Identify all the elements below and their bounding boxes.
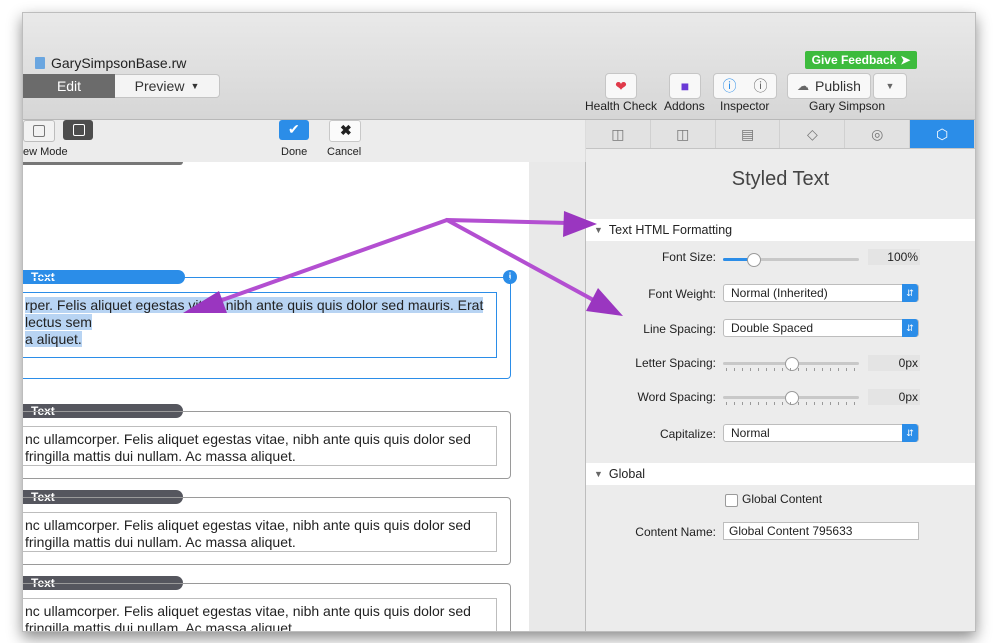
text-block[interactable]: Text nc ullamcorper. Felis aliquet egest… — [23, 404, 511, 479]
text-editor[interactable]: rper. Felis aliquet egestas vitae, nibh … — [23, 292, 497, 358]
text-block[interactable]: Text i rper. Felis aliquet egestas vitae… — [23, 270, 517, 385]
window-icon: ▤ — [740, 125, 755, 142]
global-content-label[interactable]: Global Content — [742, 492, 822, 506]
info-secondary-icon: ⓘ — [753, 78, 768, 94]
done-label: Done — [281, 146, 308, 158]
disclosure-triangle-icon: ▼ — [594, 469, 603, 479]
dropdown-caret-icon: ▼ — [885, 81, 895, 91]
block-top-edge — [23, 162, 183, 165]
circle-icon: ◎ — [871, 125, 884, 142]
hexagon-icon: ⬡ — [935, 125, 949, 142]
cancel-button[interactable]: ✖ — [329, 120, 361, 142]
disclosure-triangle-icon: ▼ — [594, 225, 603, 235]
tab-styles-inspector[interactable]: ▤ — [716, 120, 781, 148]
text-block[interactable]: Text nc ullamcorper. Felis aliquet egest… — [23, 490, 511, 565]
view-mode-dark-button[interactable] — [63, 120, 93, 140]
inspector-label: Inspector — [720, 99, 770, 113]
tab-layout-inspector[interactable]: ◫ — [651, 120, 716, 148]
addons-label: Addons — [664, 99, 705, 113]
cancel-label: Cancel — [327, 146, 362, 158]
user-label: Gary Simpson — [809, 99, 886, 113]
text-block[interactable]: Text nc ullamcorper. Felis aliquet egest… — [23, 576, 511, 631]
health-check-label: Health Check — [585, 99, 658, 113]
health-check-button[interactable]: ❤ — [605, 73, 637, 99]
puzzle-icon: ■ — [680, 78, 690, 94]
font-weight-select[interactable]: Normal (Inherited) ⇵ — [723, 284, 919, 302]
dropdown-caret-icon: ▼ — [190, 81, 200, 91]
font-size-slider[interactable] — [723, 253, 859, 267]
section-header-formatting[interactable]: ▼ Text HTML Formatting — [586, 219, 975, 241]
addons-button[interactable]: ■ — [669, 73, 701, 99]
font-size-label: Font Size: — [661, 250, 716, 264]
letter-spacing-slider[interactable] — [723, 357, 859, 371]
line-spacing-select[interactable]: Double Spaced ⇵ — [723, 319, 919, 337]
inspector-title: Styled Text — [731, 168, 830, 190]
word-spacing-slider[interactable] — [723, 391, 859, 405]
slider-ticks — [726, 402, 856, 405]
letter-spacing-label: Letter Spacing: — [635, 356, 716, 370]
window-title: GarySimpsonBase.rw — [35, 55, 186, 71]
publish-button[interactable]: ☁ Publish — [787, 73, 871, 99]
tab-preview[interactable]: Preview ▼ — [115, 74, 220, 98]
close-icon: ✖ — [340, 122, 352, 138]
global-content-checkbox[interactable] — [725, 494, 738, 507]
inspector-tabs: ◫ ◫ ▤ ◇ ◎ ⬡ — [586, 120, 975, 149]
slider-ticks — [726, 368, 856, 371]
font-weight-label: Font Weight: — [648, 287, 716, 301]
word-spacing-label: Word Spacing: — [637, 390, 717, 404]
give-feedback-button[interactable]: Give Feedback ➤ — [805, 51, 917, 69]
canvas-gutter — [529, 162, 586, 631]
tab-edit[interactable]: Edit — [23, 74, 115, 98]
view-mode-label: ew Mode — [23, 146, 68, 158]
tab-plugin-inspector[interactable]: ⬡ — [910, 120, 975, 148]
tag-icon: ◇ — [807, 125, 818, 142]
slider-knob[interactable] — [746, 253, 761, 267]
view-mode-light-button[interactable] — [23, 120, 55, 142]
tab-page-inspector[interactable]: ◫ — [586, 120, 651, 148]
content-name-label: Content Name: — [635, 525, 716, 539]
page-canvas: Text i rper. Felis aliquet egestas vitae… — [23, 162, 530, 631]
letter-spacing-value[interactable]: 0px — [868, 355, 920, 371]
heart-icon: ❤ — [615, 77, 627, 94]
tab-link-inspector[interactable]: ◇ — [780, 120, 846, 148]
chevron-updown-icon: ⇵ — [902, 319, 918, 337]
square-icon — [73, 124, 85, 136]
chevron-updown-icon: ⇵ — [902, 284, 918, 302]
text-editor[interactable]: nc ullamcorper. Felis aliquet egestas vi… — [23, 512, 497, 552]
document-icon — [35, 57, 45, 69]
mode-segmented-control: Edit Preview ▼ — [23, 74, 220, 98]
font-size-value[interactable]: 100% — [868, 249, 920, 265]
word-spacing-value[interactable]: 0px — [868, 389, 920, 405]
info-icon: ⓘ — [722, 78, 737, 94]
inspector-button[interactable]: ⓘ ⓘ — [713, 73, 777, 99]
tab-format-inspector[interactable]: ◎ — [845, 120, 911, 148]
section-header-global[interactable]: ▼ Global — [586, 463, 975, 485]
done-button[interactable]: ✔ — [279, 120, 309, 140]
arrow-circle-icon: ➤ — [900, 53, 911, 67]
text-editor[interactable]: nc ullamcorper. Felis aliquet egestas vi… — [23, 426, 497, 466]
content-name-input[interactable]: Global Content 795633 — [723, 522, 919, 540]
text-editor[interactable]: nc ullamcorper. Felis aliquet egestas vi… — [23, 598, 497, 631]
publish-menu-button[interactable]: ▼ — [873, 73, 907, 99]
square-icon — [33, 125, 45, 137]
capitalize-label: Capitalize: — [659, 427, 716, 441]
layout-icon: ◫ — [676, 125, 690, 142]
layout-icon: ◫ — [611, 125, 625, 142]
line-spacing-label: Line Spacing: — [643, 322, 716, 336]
inspector-panel: ◫ ◫ ▤ ◇ ◎ ⬡ Styled Text ▼ Text HTML Form… — [586, 120, 975, 631]
cloud-icon: ☁ — [797, 79, 810, 93]
capitalize-select[interactable]: Normal ⇵ — [723, 424, 919, 442]
chevron-updown-icon: ⇵ — [902, 424, 918, 442]
checkmark-icon: ✔ — [288, 121, 300, 137]
app-window: GarySimpsonBase.rw Give Feedback ➤ Edit … — [22, 12, 976, 632]
